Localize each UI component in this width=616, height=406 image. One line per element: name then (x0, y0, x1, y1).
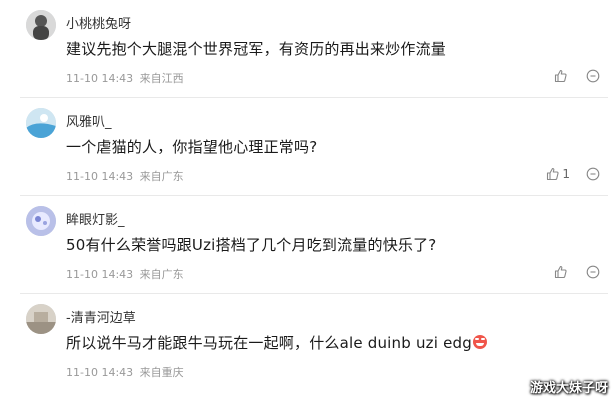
user-avatar-icon[interactable] (26, 304, 56, 334)
watermark: 游戏大妹子呀 (529, 381, 608, 396)
comment-meta: 11-10 14:43 来自广东 (66, 168, 187, 184)
comment-time: 11-10 14:43 (66, 72, 134, 85)
comment-bubble-icon (586, 265, 600, 279)
comment-time: 11-10 14:43 (66, 366, 134, 379)
like-button[interactable] (554, 265, 570, 279)
reply-button[interactable] (586, 69, 600, 83)
comment-time: 11-10 14:43 (66, 268, 134, 281)
like-button[interactable]: 1 (546, 167, 570, 181)
comment-location: 来自广东 (139, 268, 184, 281)
comment-item: 小桃桃兔呀 建议先抱个大腿混个世界冠军，有资历的再出来炒作流量 11-10 14… (0, 0, 616, 98)
comment-username[interactable]: -清青河边草 (66, 307, 136, 326)
like-button[interactable] (554, 69, 570, 83)
comment-meta: 11-10 14:43 来自重庆 (66, 364, 187, 380)
comment-meta: 11-10 14:43 来自江西 (66, 70, 187, 86)
thumbs-up-icon (547, 167, 559, 181)
comment-actions: 1 (546, 164, 600, 184)
comment-actions (554, 66, 600, 86)
comment-actions (554, 262, 600, 282)
comment-bubble-icon (586, 167, 600, 181)
comment-username[interactable]: 眸眼灯影_ (66, 209, 125, 228)
comment-item: 眸眼灯影_ 50有什么荣誉吗跟Uzi搭档了几个月吃到流量的快乐了? 11-10 … (0, 196, 616, 294)
comment-text: 一个虐猫的人，你指望他心理正常吗? (66, 138, 318, 156)
comment-location: 来自重庆 (139, 366, 184, 379)
comment-bubble-icon (586, 69, 600, 83)
comment-text-body: 所以说牛马才能跟牛马玩在一起啊，什么ale duinb uzi edg (66, 334, 472, 352)
comment-time: 11-10 14:43 (66, 170, 134, 183)
reply-button[interactable] (586, 167, 600, 181)
comment-username[interactable]: 风雅叭_ (66, 111, 112, 130)
user-avatar-icon[interactable] (26, 10, 56, 40)
comment-text: 50有什么荣誉吗跟Uzi搭档了几个月吃到流量的快乐了? (66, 236, 437, 254)
comment-meta: 11-10 14:43 来自广东 (66, 266, 187, 282)
laughing-emoji-icon (472, 335, 487, 349)
user-avatar-icon[interactable] (26, 108, 56, 138)
comment-item: -清青河边草 所以说牛马才能跟牛马玩在一起啊，什么ale duinb uzi e… (0, 294, 616, 392)
comment-location: 来自江西 (139, 72, 184, 85)
comment-text: 所以说牛马才能跟牛马玩在一起啊，什么ale duinb uzi edg (66, 332, 487, 353)
comment-username[interactable]: 小桃桃兔呀 (66, 13, 131, 32)
comment-location: 来自广东 (139, 170, 184, 183)
user-avatar-icon[interactable] (26, 206, 56, 236)
thumbs-up-icon (554, 69, 567, 83)
comment-list: 小桃桃兔呀 建议先抱个大腿混个世界冠军，有资历的再出来炒作流量 11-10 14… (0, 0, 616, 406)
reply-button[interactable] (586, 265, 600, 279)
comment-item: 风雅叭_ 一个虐猫的人，你指望他心理正常吗? 11-10 14:43 来自广东 … (0, 98, 616, 196)
comment-text: 建议先抱个大腿混个世界冠军，有资历的再出来炒作流量 (66, 40, 447, 58)
thumbs-up-icon (554, 265, 567, 279)
like-count: 1 (562, 167, 570, 181)
